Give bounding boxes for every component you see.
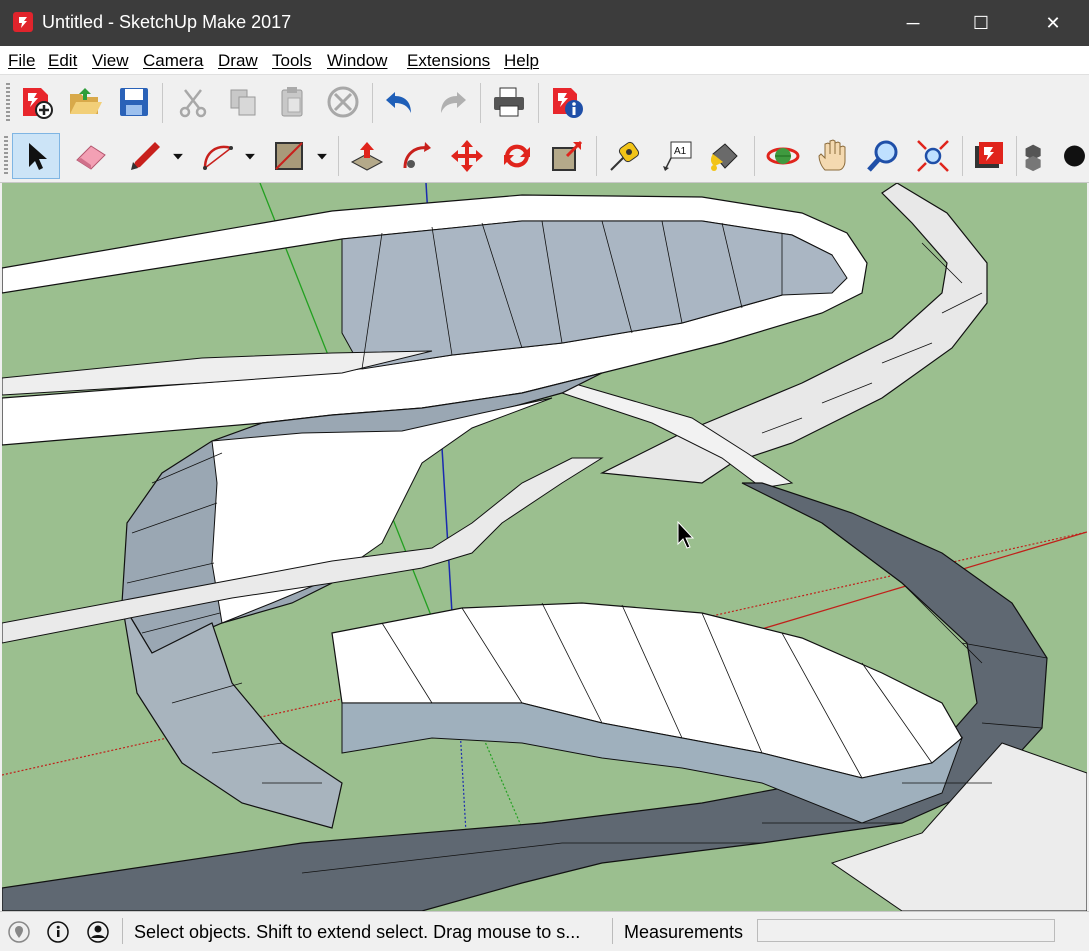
window-title: Untitled - SketchUp Make 2017 <box>42 12 292 32</box>
erase-button[interactable] <box>322 81 364 123</box>
text-tool[interactable]: A1 <box>656 135 698 177</box>
save-button[interactable] <box>113 81 155 123</box>
menu-help[interactable]: Help <box>504 51 539 71</box>
model-canvas[interactable] <box>2 183 1087 911</box>
user-account-icon[interactable] <box>87 921 109 943</box>
large-tool-set: A1 <box>0 130 1089 183</box>
scale-icon <box>552 140 583 171</box>
paint-bucket-icon <box>710 143 738 171</box>
line-tool-dropdown[interactable] <box>168 142 188 170</box>
follow-me-tool[interactable] <box>396 135 438 177</box>
paste-button[interactable] <box>271 81 313 123</box>
tape-measure-icon <box>610 141 640 171</box>
push-pull-tool[interactable] <box>346 135 388 177</box>
styles-tool[interactable] <box>1056 135 1089 177</box>
arc-icon <box>203 145 233 170</box>
menu-camera[interactable]: Camera <box>143 51 203 71</box>
eraser-icon <box>76 145 106 170</box>
print-button[interactable] <box>488 81 530 123</box>
measurements-input[interactable] <box>757 919 1055 942</box>
model-info-icon <box>553 88 583 118</box>
paint-bucket-tool[interactable] <box>704 135 746 177</box>
components-tool[interactable] <box>1018 135 1052 177</box>
menu-window[interactable]: Window <box>327 51 387 71</box>
orbit-tool[interactable] <box>762 135 804 177</box>
warehouse-icon <box>975 142 1003 168</box>
new-file-icon <box>23 88 53 119</box>
zoom-tool[interactable] <box>862 135 904 177</box>
menu-file[interactable]: File <box>8 51 35 71</box>
follow-me-icon <box>403 142 431 169</box>
components-icon <box>1025 144 1041 172</box>
rectangle-tool[interactable] <box>268 135 310 177</box>
menu-extensions[interactable]: Extensions <box>407 51 490 71</box>
scale-tool[interactable] <box>546 135 588 177</box>
arc-tool[interactable] <box>196 135 238 177</box>
menu-draw[interactable]: Draw <box>218 51 258 71</box>
scissors-icon <box>179 89 207 118</box>
status-bar: Select objects. Shift to extend select. … <box>0 911 1089 951</box>
toolbar-grip[interactable] <box>6 83 10 123</box>
menu-edit[interactable]: Edit <box>48 51 77 71</box>
select-tool[interactable] <box>12 133 60 179</box>
menu-tools[interactable]: Tools <box>272 51 312 71</box>
line-tool[interactable] <box>124 135 166 177</box>
open-folder-icon <box>70 88 102 114</box>
rotate-icon <box>504 144 530 168</box>
push-pull-icon <box>350 142 384 171</box>
zoom-extents-icon <box>917 140 949 172</box>
chevron-down-icon <box>245 153 255 160</box>
geolocation-icon[interactable] <box>8 921 30 943</box>
mouse-cursor-icon <box>677 521 695 549</box>
copy-icon <box>230 89 256 116</box>
chevron-down-icon <box>317 153 327 160</box>
svg-text:A1: A1 <box>674 146 687 157</box>
floppy-icon <box>120 88 148 116</box>
drawing-viewport[interactable] <box>2 183 1087 911</box>
text-label-icon: A1 <box>663 141 692 171</box>
warehouse-tool[interactable] <box>968 135 1010 177</box>
erase-circle-icon <box>327 86 359 118</box>
standard-toolbar <box>0 75 600 129</box>
rotate-tool[interactable] <box>496 135 538 177</box>
status-message: Select objects. Shift to extend select. … <box>134 922 581 942</box>
credits-info-icon[interactable] <box>47 921 69 943</box>
tape-measure-tool[interactable] <box>604 135 646 177</box>
open-button[interactable] <box>64 81 106 123</box>
cut-button[interactable] <box>172 81 214 123</box>
pan-tool[interactable] <box>812 135 854 177</box>
zoom-extents-tool[interactable] <box>912 135 954 177</box>
eraser-tool[interactable] <box>70 135 112 177</box>
orbit-icon <box>766 147 800 165</box>
chevron-down-icon <box>173 153 183 160</box>
rectangle-tool-dropdown[interactable] <box>312 142 332 170</box>
measurements-label: Measurements <box>624 922 744 942</box>
menu-view[interactable]: View <box>92 51 129 71</box>
paste-icon <box>281 87 303 117</box>
sketchup-logo-icon <box>13 12 33 32</box>
redo-icon <box>441 92 466 113</box>
printer-icon <box>494 87 524 117</box>
close-button[interactable]: ✕ <box>1030 0 1076 46</box>
minimize-button[interactable]: ─ <box>890 0 936 46</box>
hand-icon <box>818 139 846 171</box>
undo-button[interactable] <box>380 81 422 123</box>
redo-button[interactable] <box>430 81 472 123</box>
pencil-icon <box>131 142 160 170</box>
move-icon <box>451 140 483 172</box>
rectangle-icon <box>275 142 303 170</box>
maximize-button[interactable]: ☐ <box>958 0 1004 46</box>
model-info-button[interactable] <box>546 81 588 123</box>
new-model-button[interactable] <box>15 81 57 123</box>
magnifier-icon <box>867 140 898 172</box>
undo-icon <box>386 92 411 113</box>
toolbar-grip[interactable] <box>4 136 8 176</box>
menu-bar: File Edit View Camera Draw Tools Window … <box>0 46 1089 75</box>
move-tool[interactable] <box>446 135 488 177</box>
styles-icon <box>1064 145 1085 167</box>
copy-button[interactable] <box>222 81 264 123</box>
title-bar: Untitled - SketchUp Make 2017 ─ ☐ ✕ <box>0 0 1089 46</box>
arc-tool-dropdown[interactable] <box>240 142 260 170</box>
arrow-cursor-icon <box>29 143 47 170</box>
